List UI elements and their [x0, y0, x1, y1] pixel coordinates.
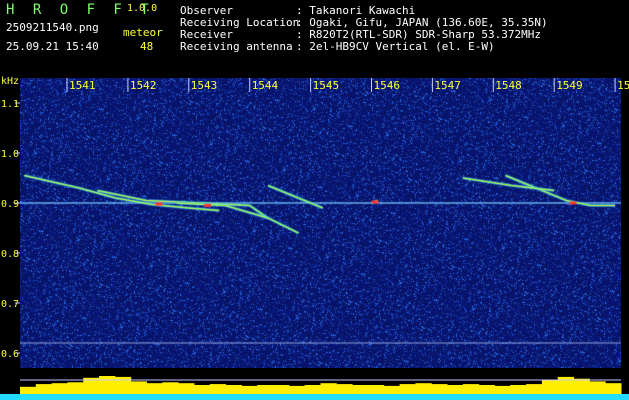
level-bar — [399, 384, 416, 394]
level-bar — [225, 385, 242, 394]
y-tick-label: 0.6 — [1, 349, 19, 360]
spectrogram-canvas — [20, 78, 621, 368]
level-bar — [320, 383, 337, 394]
info-antenna-value: : 2el-HB9CV Vertical (el. E-W) — [296, 40, 495, 53]
y-tick-label: 0.7 — [1, 299, 19, 310]
x-tick-label: 1548 — [495, 79, 522, 92]
y-axis-label: kHz — [1, 76, 19, 87]
level-bar — [383, 385, 401, 394]
level-bar — [541, 379, 559, 394]
x-tick-label: 1541 — [69, 79, 96, 92]
x-tick-label: 1543 — [191, 79, 218, 92]
x-tick-label: 1544 — [252, 79, 279, 92]
x-axis: 1541 1542 1543 1544 1545 1546 1547 1548 1549 1550 — [66, 78, 629, 92]
level-bar — [114, 376, 132, 394]
info-observer-value: : Takanori Kawachi — [296, 4, 416, 17]
filename: 2509211540.png — [6, 21, 99, 34]
y-axis: kHz 1.1 1.0 0.9 0.8 0.7 0.6 — [1, 76, 20, 360]
x-tick-label: 1546 — [374, 79, 401, 92]
info-antenna-label: Receiving antenna — [180, 40, 293, 53]
level-bar — [35, 384, 53, 394]
level-bar — [367, 385, 385, 394]
y-tick-label: 0.8 — [1, 249, 19, 260]
level-bar — [415, 383, 432, 394]
level-bar — [478, 385, 495, 394]
level-bar — [146, 383, 163, 394]
level-strip — [0, 368, 629, 400]
level-bar — [447, 385, 464, 394]
level-bar — [20, 386, 37, 394]
level-bar — [257, 385, 274, 394]
level-bar — [273, 385, 290, 394]
level-bar — [241, 385, 258, 394]
level-baseline — [0, 394, 629, 400]
level-bar — [494, 385, 511, 394]
count-value: 48 — [140, 40, 154, 53]
x-tick-label: 1550 — [617, 79, 629, 92]
level-bar — [162, 382, 179, 394]
level-bar — [605, 383, 622, 394]
level-bar — [288, 385, 306, 394]
level-bar — [336, 384, 353, 394]
level-bar — [352, 385, 369, 394]
info-location-value: : Ogaki, Gifu, JAPAN (136.60E, 35.35N) — [296, 16, 548, 29]
count-label: meteor — [123, 26, 163, 39]
x-tick-label: 1542 — [130, 79, 157, 92]
app-version: 1.0.0 — [127, 3, 158, 14]
x-tick-label: 1547 — [434, 79, 461, 92]
level-bar — [526, 384, 543, 394]
level-bar — [51, 383, 68, 394]
x-tick-label: 1545 — [313, 79, 340, 92]
info-receiver-value: : R820T2(RTL-SDR) SDR-Sharp 53.372MHz — [296, 28, 542, 41]
level-bar — [462, 384, 480, 394]
y-tick-label: 0.9 — [1, 199, 19, 210]
level-bar — [589, 381, 606, 394]
level-bar — [67, 382, 84, 394]
datetime: 25.09.21 15:40 — [6, 40, 99, 53]
info-location-label: Receiving Location — [180, 16, 300, 29]
header-panel: H R O F F T 1.0.0 2509211540.png 25.09.2… — [0, 0, 629, 72]
level-bar — [209, 384, 227, 394]
y-tick-label: 1.0 — [1, 149, 19, 160]
level-bar — [178, 383, 195, 394]
level-bar — [557, 376, 575, 394]
level-bar — [431, 384, 448, 394]
level-bar — [99, 376, 116, 394]
y-tick-label: 1.1 — [1, 99, 19, 110]
x-tick-label: 1549 — [556, 79, 583, 92]
level-bar — [510, 385, 527, 394]
level-bar — [130, 381, 148, 394]
level-bar — [304, 385, 321, 394]
level-bar — [573, 378, 590, 394]
info-observer-label: Observer — [180, 4, 233, 17]
level-bar — [193, 385, 211, 394]
info-receiver-label: Receiver — [180, 28, 233, 41]
